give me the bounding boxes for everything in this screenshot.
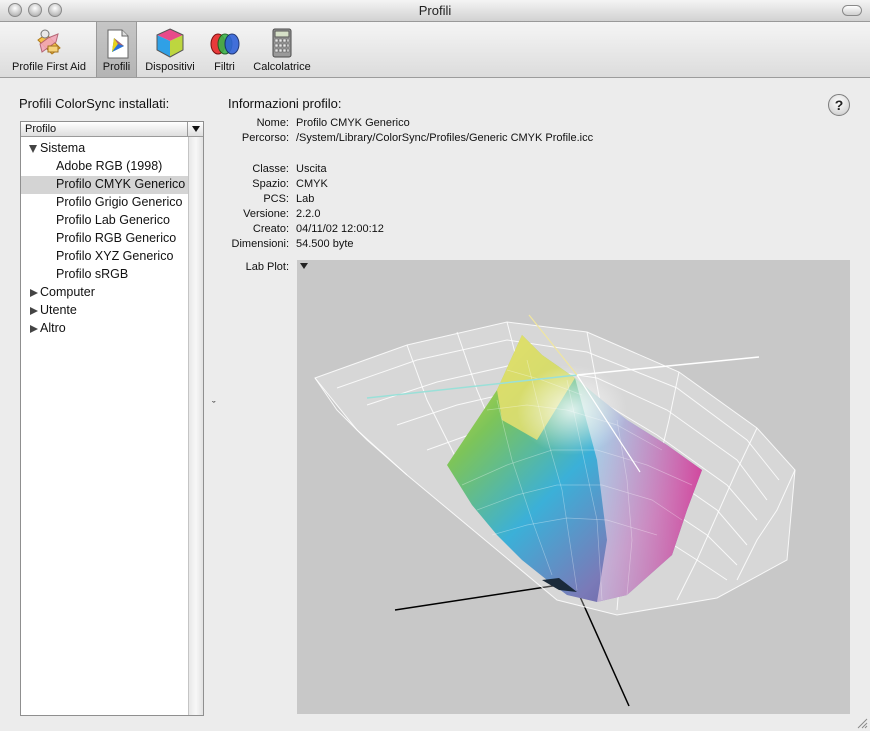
field-label-classe: Classe: (252, 163, 289, 175)
list-group-altro[interactable]: Altro (21, 320, 188, 338)
lab-plot-menu-icon[interactable] (300, 263, 308, 269)
field-value-versione: 2.2.0 (296, 208, 321, 220)
lab-plot-3d-view[interactable] (297, 260, 850, 714)
field-value-percorso: /System/Library/ColorSync/Profiles/Gener… (296, 132, 594, 144)
profile-info-heading: Informazioni profilo: (228, 96, 342, 111)
field-label-pcs: PCS: (263, 193, 289, 205)
field-value-classe: Uscita (296, 163, 327, 175)
filters-icon (210, 33, 239, 55)
toolbar-label: Dispositivi (145, 61, 195, 73)
lab-gamut-plot (314, 314, 796, 707)
toolbar-label: Profile First Aid (12, 61, 86, 73)
field-label-creato: Creato: (252, 223, 289, 235)
installed-profiles-heading: Profili ColorSync installati: (19, 96, 170, 111)
first-aid-icon (37, 29, 61, 55)
toolbar-dispositivi[interactable]: Dispositivi (139, 22, 201, 77)
profiles-icon (107, 29, 128, 59)
toolbar-filtri[interactable]: Filtri (203, 22, 246, 77)
split-view-handle[interactable]: ˇ (212, 400, 216, 412)
group-label: Altro (40, 321, 66, 335)
toolbar-label: Filtri (214, 61, 235, 73)
help-button[interactable]: ? (828, 94, 850, 116)
disclosure-closed-icon[interactable] (30, 289, 38, 297)
title-bar: Profili (0, 0, 870, 22)
devices-cube-icon (156, 28, 184, 58)
toolbar-profili[interactable]: Profili (96, 22, 137, 77)
field-label-percorso: Percorso: (241, 132, 289, 144)
field-value-creato: 04/11/02 12:00:12 (296, 223, 384, 235)
field-label-versione: Versione: (243, 208, 289, 220)
field-value-nome: Profilo CMYK Generico (296, 117, 410, 129)
toolbar-profile-first-aid[interactable]: Profile First Aid (4, 22, 94, 77)
lab-plot-label: Lab Plot: (245, 261, 289, 273)
field-value-dimensioni: 54.500 byte (296, 238, 354, 250)
field-value-spazio: CMYK (296, 178, 328, 190)
list-group-computer[interactable]: Computer (21, 284, 188, 302)
disclosure-open-icon[interactable] (29, 145, 37, 153)
field-label-dimensioni: Dimensioni: (231, 238, 289, 250)
group-label: Utente (40, 303, 77, 317)
group-label: Computer (40, 285, 95, 299)
disclosure-closed-icon[interactable] (30, 307, 38, 315)
resize-grip-icon[interactable] (856, 717, 868, 729)
toolbar: Profile First Aid Profili Dispositivi Fi… (0, 22, 870, 78)
toolbar-label: Calcolatrice (253, 61, 311, 73)
toolbar-toggle-button[interactable] (842, 5, 862, 16)
toolbar-calcolatrice[interactable]: Calcolatrice (248, 22, 316, 77)
calculator-icon (272, 28, 292, 58)
list-group-utente[interactable]: Utente (21, 302, 188, 320)
field-label-nome: Nome: (256, 117, 289, 129)
disclosure-closed-icon[interactable] (30, 325, 38, 333)
window-title: Profili (418, 3, 452, 18)
field-value-pcs: Lab (296, 193, 315, 205)
toolbar-label: Profili (102, 61, 131, 73)
field-label-spazio: Spazio: (252, 178, 289, 190)
